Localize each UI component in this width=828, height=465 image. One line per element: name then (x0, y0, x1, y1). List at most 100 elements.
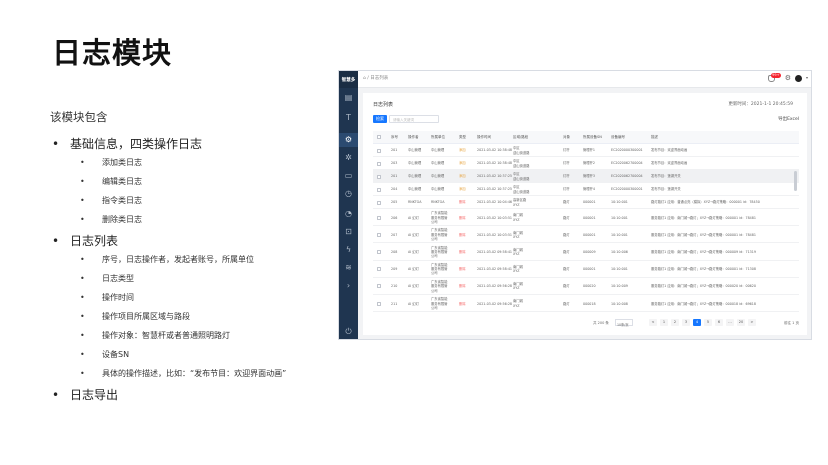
table-cell: 服务路灯1 应用：南门城→路灯；XYZ→路灯策略：000001 id：71308 (651, 267, 756, 272)
row-checkbox[interactable] (377, 161, 381, 166)
table-cell: 2021-03-02 10:37:25 (477, 187, 513, 192)
page-button[interactable]: 3 (682, 319, 690, 326)
page-button[interactable]: 4 (693, 319, 701, 326)
document-icon[interactable]: ▤ (344, 93, 353, 102)
row-checkbox[interactable] (377, 232, 381, 237)
row-checkbox[interactable] (377, 301, 381, 306)
table-cell: 南门城 XYZ (513, 299, 523, 308)
table-row[interactable]: 203 中山管理 中山管理 添加 2021-03-02 10:38:48 中区 迎山街道路… (373, 157, 799, 170)
log-panel: 日志列表 更新时间：2021-1-1 20:45:59 检索 请输入关键词 导出… (363, 93, 807, 335)
table-cell: 管理杆3 (583, 174, 595, 179)
outline-list: 基础信息，四类操作日志添加类日志编辑类日志指令类日志删除类日志日志列表序号，日志… (50, 135, 340, 404)
chevron-down-icon[interactable]: ▾ (806, 75, 808, 80)
page-button[interactable]: 20 (737, 319, 745, 326)
search-button[interactable]: 检索 (373, 115, 387, 123)
table-cell: 广东省智能 服务有限管 公司 (431, 262, 448, 276)
table-cell: AI 幻灯 (408, 232, 419, 237)
text-icon[interactable]: T (344, 113, 353, 122)
sidebar: 智慧多 ▤ T ⚙ ✲ ▭ ◷ ◔ ⊡ ϟ ≋ › ⏻ (339, 71, 358, 339)
pie-icon[interactable]: ◔ (344, 209, 353, 218)
power-icon[interactable]: ⏻ (344, 327, 353, 336)
pager-goto[interactable]: 前往 1 页 (784, 321, 799, 326)
table-cell: 000001 (583, 215, 596, 220)
outline-item: 序号，日志操作者，发起者账号，所属单位 (50, 250, 340, 269)
table-cell: 服务路灯1 应用：南门城→路灯；XYZ→路灯策略：000001 id：78481 (651, 232, 756, 237)
table-row[interactable]: 201 中山管理 中山管理 添加 2021-03-02 10:38:48 中区 迎山街道路… (373, 144, 799, 157)
outline-item: 日志类型 (50, 269, 340, 288)
page-size-select[interactable]: 10条/页 (615, 319, 633, 327)
table-row[interactable]: 211 AI 幻灯 广东省智能 服务有限管 公司 删除 2021-03-02 09:56… (373, 295, 799, 313)
table-cell: 2021-03-02 10:03:51 (477, 232, 513, 237)
table-cell: 南门城 XYZ (513, 213, 523, 222)
table-cell: 南门城 XYZ (513, 230, 523, 239)
table-cell: 发布节目：莲湖开关 (651, 187, 681, 192)
column-header: 对象 (563, 135, 570, 139)
table-cell: 发布节目：欢迎界面动画 (651, 148, 688, 153)
next-page-button[interactable]: > (748, 319, 756, 326)
table-cell: 服务路灯1 应用：南门城→路灯；XYZ→路灯策略：000018 id：69618 (651, 301, 756, 306)
table-cell: 南门城 XYZ (513, 247, 523, 256)
table-row[interactable]: 205 RNKTGA RNKTGA 删除 2021-03-02 10:04:46 高新区路… (373, 196, 799, 209)
bag-icon[interactable]: ⊡ (344, 227, 353, 236)
table-cell: 000001 (583, 267, 596, 272)
table-row[interactable]: 201 中山管理 中山管理 添加 2021-03-02 10:37:25 中区 迎山街道路… (373, 170, 799, 183)
row-checkbox[interactable] (377, 249, 381, 254)
monitor-icon[interactable]: ▭ (344, 171, 353, 180)
table-cell: 2021-03-02 10:37:25 (477, 174, 513, 179)
clock-icon[interactable]: ◷ (344, 189, 353, 198)
bolt-icon[interactable]: ϟ (344, 245, 353, 254)
select-all-checkbox[interactable] (377, 135, 381, 139)
table-row[interactable]: 207 AI 幻灯 广东省智能 服务有限管 公司 删除 2021-03-02 10:03… (373, 226, 799, 244)
app-screenshot: 智慧多 ▤ T ⚙ ✲ ▭ ◷ ◔ ⊡ ϟ ≋ › ⏻ ⌂ / 日志列表 99+… (338, 70, 812, 340)
outline-item: 操作时间 (50, 288, 340, 307)
table-row[interactable]: 210 AI 幻灯 广东省智能 服务有限管 公司 删除 2021-03-02 09:56… (373, 278, 799, 295)
row-checkbox[interactable] (377, 284, 381, 289)
table-cell: 灯杆 (563, 161, 570, 166)
keyword-input[interactable]: 请输入关键词 (389, 115, 439, 123)
table-cell: 发布节目：莲湖开关 (651, 174, 681, 179)
table-row[interactable]: 209 AI 幻灯 广东省智能 服务有限管 公司 删除 2021-03-02 09:58… (373, 261, 799, 278)
table-row[interactable]: 206 AI 幻灯 广东省智能 服务有限管 公司 删除 2021-03-02 10:03… (373, 209, 799, 227)
page-button[interactable]: … (726, 319, 734, 326)
refresh-time[interactable]: 更新时间：2021-1-1 20:45:59 (728, 101, 793, 107)
table-cell: 10:10:009 (611, 284, 628, 289)
table-cell: 广东省智能 服务有限管 公司 (431, 297, 448, 310)
table-cell: 广东省智能 服务有限管 公司 (431, 228, 448, 241)
settings-gear-icon[interactable]: ⚙ (785, 74, 791, 82)
column-header: 区域/路段 (513, 135, 529, 139)
page-button[interactable]: 2 (671, 319, 679, 326)
type-tag: 删除 (459, 267, 466, 272)
type-tag: 添加 (459, 161, 466, 166)
row-checkbox[interactable] (377, 174, 381, 179)
settings-icon[interactable]: ⚙ (344, 135, 353, 144)
table-cell: AI 幻灯 (408, 215, 419, 220)
page-button[interactable]: 5 (704, 319, 712, 326)
row-checkbox[interactable] (377, 187, 381, 192)
table-cell: 2021-03-02 09:56:28 (477, 284, 513, 289)
row-checkbox[interactable] (377, 148, 381, 153)
scrollbar[interactable] (794, 171, 797, 191)
page-button[interactable]: 1 (660, 319, 668, 326)
table-cell: 管理杆2 (583, 161, 595, 166)
table-cell: 中山管理 (431, 174, 445, 179)
prev-page-button[interactable]: < (649, 319, 657, 326)
page-button[interactable]: 6 (715, 319, 723, 326)
arrow-icon[interactable]: › (344, 281, 353, 290)
table-row[interactable]: 204 中山管理 中山管理 添加 2021-03-02 10:37:25 中区 迎山街道路… (373, 183, 799, 196)
row-checkbox[interactable] (377, 267, 381, 272)
table-row[interactable]: 208 AI 幻灯 广东省智能 服务有限管 公司 删除 2021-03-02 09:58… (373, 243, 799, 261)
column-header: 设备编号 (611, 135, 625, 139)
panel-title: 日志列表 (373, 102, 394, 108)
row-checkbox[interactable] (377, 200, 381, 205)
layers-icon[interactable]: ≋ (344, 263, 353, 272)
table-cell: 211 (391, 301, 398, 306)
keyword-placeholder: 请输入关键词 (393, 117, 414, 122)
row-checkbox[interactable] (377, 215, 381, 220)
top-bar: ⌂ / 日志列表 99+ ⚙ ▾ (358, 71, 811, 88)
gear-icon[interactable]: ✲ (344, 153, 353, 162)
table-cell: 中山管理 (408, 174, 422, 179)
table-cell: 000001 (583, 232, 596, 237)
avatar[interactable] (795, 75, 802, 82)
export-button[interactable]: 导出Excel (778, 116, 799, 122)
type-tag: 添加 (459, 187, 466, 192)
